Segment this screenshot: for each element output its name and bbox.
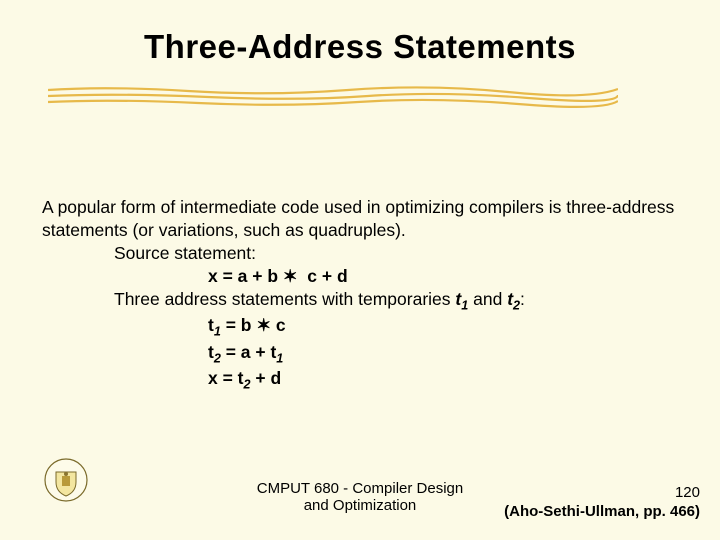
footer-course: CMPUT 680 - Compiler Design and Optimiza… <box>257 480 463 514</box>
equation-2: t2 = a + t1 <box>42 341 682 367</box>
citation: (Aho-Sethi-Ullman, pp. 466) <box>504 503 700 520</box>
university-crest-icon <box>44 458 88 502</box>
body-content: A popular form of intermediate code used… <box>42 196 682 393</box>
temporaries-intro: Three address statements with temporarie… <box>42 288 682 314</box>
title-underline <box>48 84 618 108</box>
source-equation: x = a + b ✶ c + d <box>42 265 682 288</box>
slide-title: Three-Address Statements <box>0 0 720 66</box>
equation-3: x = t2 + d <box>42 367 682 393</box>
equation-1: t1 = b ✶ c <box>42 314 682 340</box>
footer-right: 120 (Aho-Sethi-Ullman, pp. 466) <box>504 484 700 520</box>
intro-text: A popular form of intermediate code used… <box>42 196 682 242</box>
source-label: Source statement: <box>42 242 682 265</box>
page-number: 120 <box>504 484 700 503</box>
